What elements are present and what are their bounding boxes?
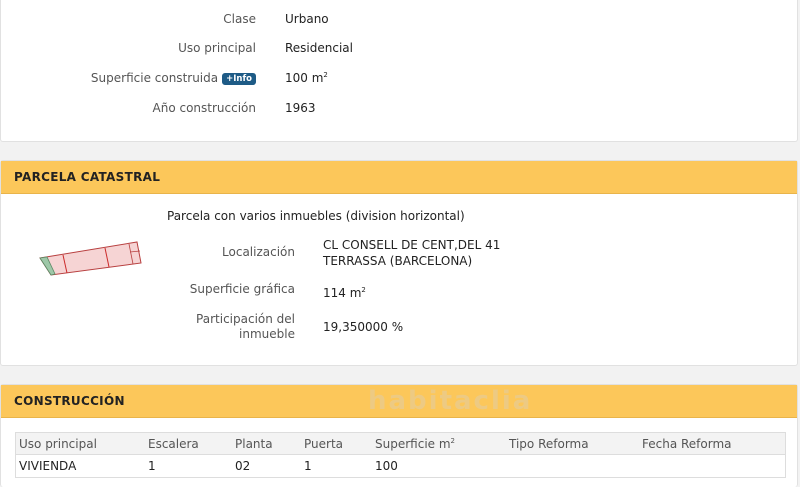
inmueble-panel: Clase Urbano Uso principal Residencial S…	[0, 0, 798, 142]
watermark: habitaclia	[368, 386, 533, 416]
uso-label: Uso principal	[178, 41, 256, 55]
col-puerta: Puerta	[304, 437, 344, 451]
sup-grafica-exp: 2	[361, 286, 366, 294]
sup-grafica-value: 114 m	[323, 286, 362, 300]
ano-value: 1963	[285, 101, 316, 115]
superficie-label: Superficie construida	[90, 71, 219, 85]
ano-label: Año construcción	[152, 101, 257, 115]
col-superficie-label: Superficie m	[375, 437, 451, 451]
sup-grafica-label: Superficie gráfica	[189, 282, 295, 296]
participacion-value: 19,350000 %	[323, 320, 404, 334]
cell-puerta: 1	[304, 459, 312, 473]
construccion-table: Uso principal Escalera Planta Puerta Sup…	[15, 432, 786, 478]
col-tipo-reforma: Tipo Reforma	[509, 437, 589, 451]
cell-superficie: 100	[375, 459, 398, 473]
col-superficie: Superficie m2	[375, 437, 455, 451]
participacion-label-line-2: inmueble	[239, 327, 295, 341]
superficie-exp: 2	[323, 71, 328, 79]
cell-escalera: 1	[148, 459, 156, 473]
sup-grafica-value-group: 114 m2	[323, 282, 366, 301]
table-row: VIVIENDA 1 02 1 100	[16, 455, 785, 477]
superficie-label-group: Superficie construida +Info	[91, 71, 256, 85]
superficie-value-group: 100 m2	[285, 71, 328, 85]
col-escalera: Escalera	[148, 437, 199, 451]
participacion-label-line-1: Participación del	[196, 312, 295, 326]
col-planta: Planta	[235, 437, 273, 451]
col-uso-principal: Uso principal	[19, 437, 97, 451]
localizacion-line-1: CL CONSELL DE CENT,DEL 41	[323, 238, 501, 252]
localizacion-line-2: TERRASSA (BARCELONA)	[323, 254, 473, 268]
clase-value: Urbano	[285, 12, 329, 26]
localizacion-label: Localización	[222, 245, 295, 259]
parcela-map-icon[interactable]	[37, 239, 143, 279]
parcela-header: PARCELA CATASTRAL	[1, 161, 797, 194]
participacion-label: Participación del inmueble	[196, 312, 295, 342]
table-header-row: Uso principal Escalera Planta Puerta Sup…	[16, 433, 785, 455]
superficie-value: 100 m	[285, 71, 324, 85]
parcela-subtitle: Parcela con varios inmuebles (division h…	[167, 209, 465, 223]
localizacion-value: CL CONSELL DE CENT,DEL 41 TERRASSA (BARC…	[323, 237, 500, 269]
col-fecha-reforma: Fecha Reforma	[642, 437, 732, 451]
col-superficie-exp: 2	[450, 437, 456, 445]
cell-uso: VIVIENDA	[19, 459, 77, 473]
clase-label: Clase	[223, 12, 256, 26]
info-badge[interactable]: +Info	[222, 73, 256, 85]
uso-value: Residencial	[285, 41, 353, 55]
parcela-panel: PARCELA CATASTRAL Parcela con varios inm…	[0, 160, 798, 366]
cell-planta: 02	[235, 459, 251, 473]
